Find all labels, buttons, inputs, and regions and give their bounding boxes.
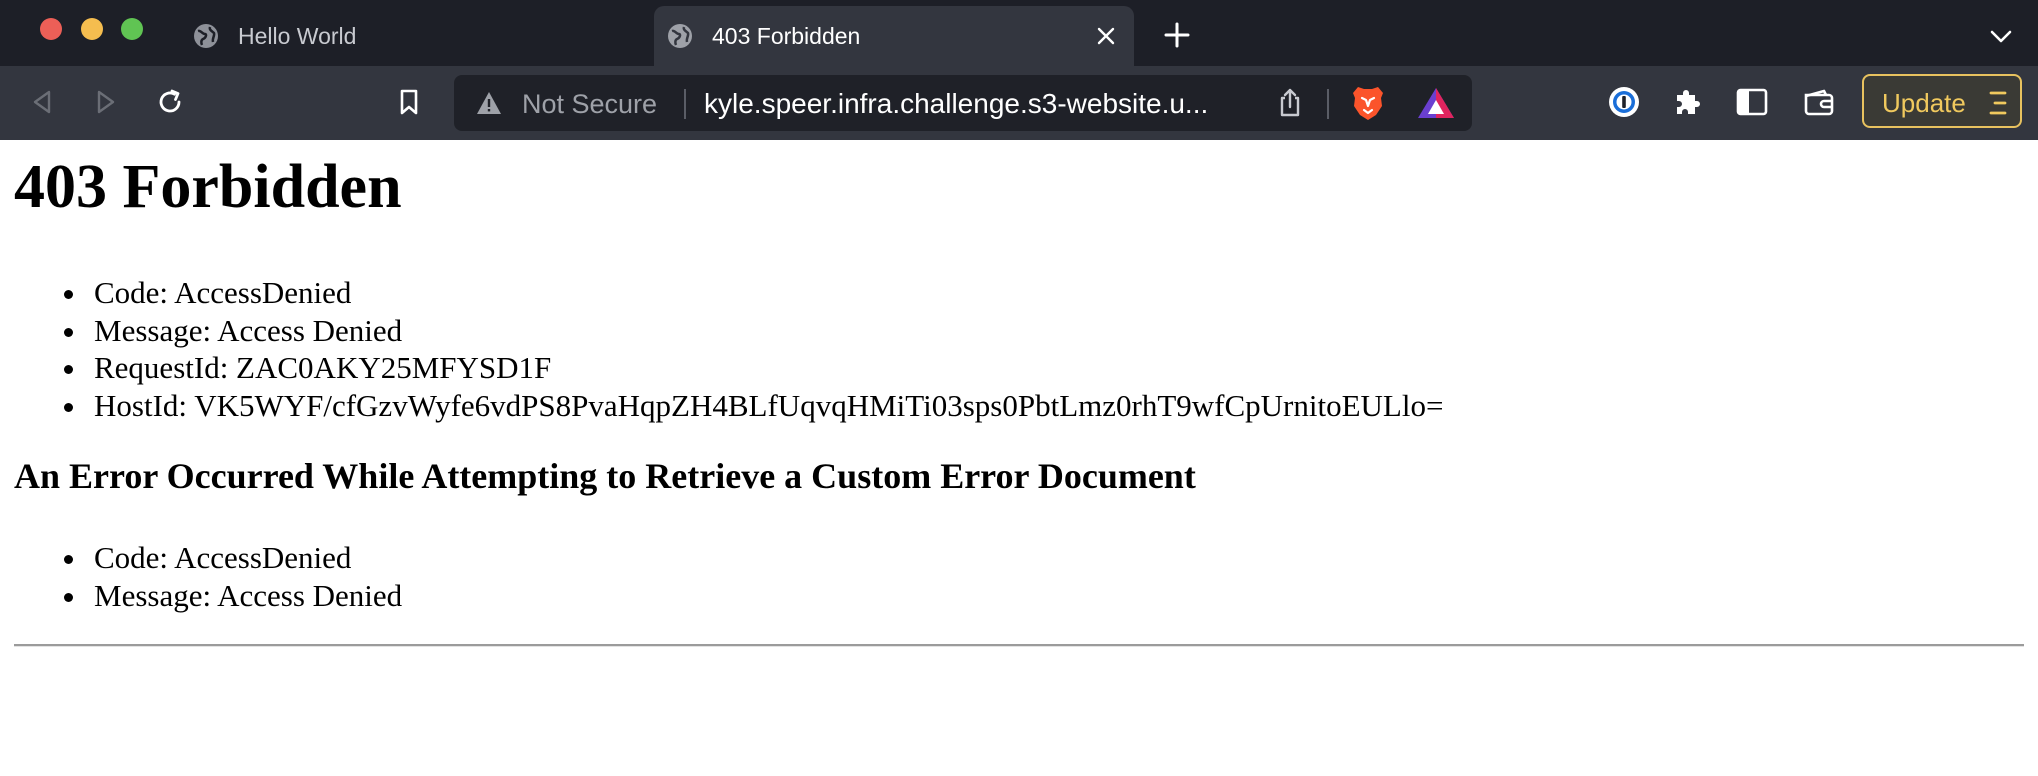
forward-button[interactable] bbox=[86, 82, 126, 122]
close-window-button[interactable] bbox=[40, 18, 62, 40]
list-item: Code: AccessDenied bbox=[0, 539, 402, 577]
password-manager-icon bbox=[1609, 87, 1639, 117]
list-item: Code: AccessDenied bbox=[0, 274, 1443, 312]
tab-title: Hello World bbox=[238, 22, 357, 49]
extensions-button[interactable] bbox=[1668, 82, 1708, 122]
arrow-left-icon bbox=[33, 90, 51, 114]
new-tab-button[interactable] bbox=[1160, 18, 1194, 52]
puzzle-icon bbox=[1677, 90, 1700, 114]
list-item: RequestId: ZAC0AKY25MFYSD1F bbox=[0, 349, 1443, 387]
password-manager-button[interactable] bbox=[1604, 82, 1644, 122]
minimize-window-button[interactable] bbox=[81, 18, 103, 40]
menu-icon bbox=[1989, 91, 2007, 115]
divider bbox=[1327, 89, 1329, 119]
bookmark-icon bbox=[400, 89, 418, 115]
custom-error-details-list: Code: AccessDenied Message: Access Denie… bbox=[0, 539, 402, 614]
tab-strip: Hello World 403 Forbidden bbox=[0, 0, 2038, 66]
tab-title: 403 Forbidden bbox=[712, 22, 861, 49]
wallet-icon bbox=[1804, 89, 1834, 116]
sidebar-button[interactable] bbox=[1732, 82, 1772, 122]
divider bbox=[684, 89, 686, 119]
brave-rewards-icon[interactable] bbox=[1416, 86, 1456, 120]
list-item: Message: Access Denied bbox=[0, 312, 1443, 350]
security-indicator[interactable]: Not Secure bbox=[522, 89, 657, 120]
address-bar[interactable]: Not Secure kyle.speer.infra.challenge.s3… bbox=[454, 75, 1472, 131]
close-icon bbox=[1097, 27, 1115, 45]
maximize-window-button[interactable] bbox=[121, 18, 143, 40]
update-label: Update bbox=[1882, 88, 1966, 118]
globe-icon bbox=[194, 24, 218, 48]
bookmark-button[interactable] bbox=[389, 82, 429, 122]
page-title: 403 Forbidden bbox=[14, 153, 402, 221]
wallet-button[interactable] bbox=[1799, 82, 1839, 122]
navigation-toolbar: Not Secure kyle.speer.infra.challenge.s3… bbox=[0, 66, 2038, 140]
section-heading: An Error Occurred While Attempting to Re… bbox=[14, 456, 1196, 496]
list-item: Message: Access Denied bbox=[0, 577, 402, 615]
share-icon[interactable] bbox=[1274, 87, 1306, 119]
close-tab-button[interactable] bbox=[1090, 20, 1122, 52]
globe-icon bbox=[668, 24, 692, 48]
horizontal-rule bbox=[14, 644, 2024, 647]
reload-button[interactable] bbox=[150, 82, 190, 122]
url-text[interactable]: kyle.speer.infra.challenge.s3-website.u.… bbox=[704, 88, 1208, 120]
list-item: HostId: VK5WYF/cfGzvWyfe6vdPS8PvaHqpZH4B… bbox=[0, 387, 1443, 425]
tab-search-button[interactable] bbox=[1986, 22, 2016, 52]
tab-403-forbidden[interactable]: 403 Forbidden bbox=[654, 6, 1134, 66]
reload-icon bbox=[159, 89, 181, 113]
tab-hello-world[interactable]: Hello World bbox=[180, 6, 650, 66]
update-button[interactable]: Update bbox=[1862, 74, 2022, 128]
brave-shields-icon[interactable] bbox=[1350, 84, 1386, 122]
arrow-right-icon bbox=[97, 90, 115, 114]
page-content: 403 Forbidden Code: AccessDenied Message… bbox=[0, 140, 2038, 776]
back-button[interactable] bbox=[22, 82, 62, 122]
warning-icon bbox=[477, 92, 501, 114]
plus-icon bbox=[1164, 22, 1190, 48]
chevron-down-icon bbox=[1990, 30, 2012, 43]
error-details-list: Code: AccessDenied Message: Access Denie… bbox=[0, 274, 1443, 424]
sidebar-icon bbox=[1736, 88, 1768, 116]
